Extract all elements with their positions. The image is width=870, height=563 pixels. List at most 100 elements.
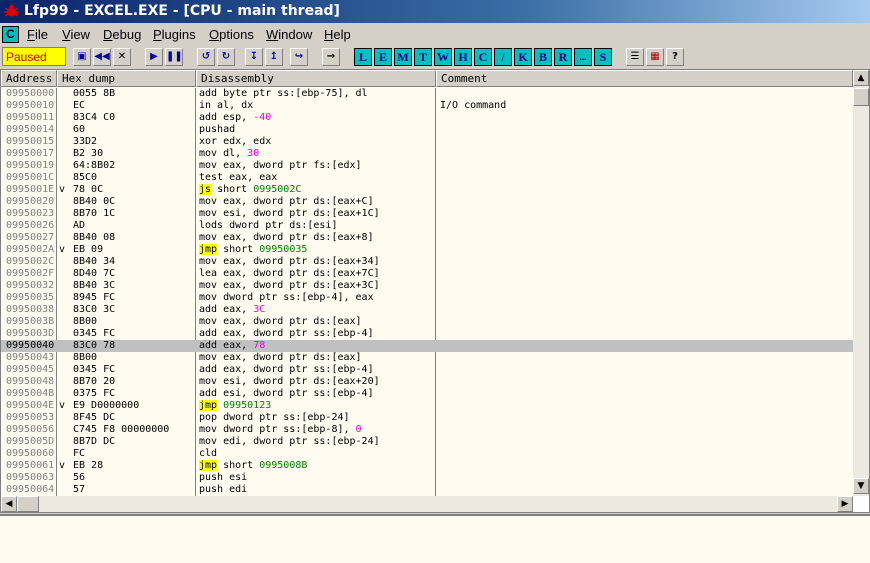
column-comment[interactable]: Comment (436, 70, 853, 87)
memory-window-button[interactable]: M (394, 48, 412, 66)
menu-window[interactable]: Window (266, 27, 312, 42)
table-row[interactable]: 0995004E v E9 D0000000 jmp 09950123 (1, 400, 853, 412)
vertical-scroll-thumb[interactable] (853, 88, 869, 106)
row-address: 09950056 (6, 424, 55, 435)
references-window-button[interactable]: R (554, 48, 572, 66)
row-disassembly: mov dword ptr ss:[ebp-4], eax (199, 292, 374, 304)
table-row[interactable]: 09950038 83C0 3C add eax, 3C (1, 304, 853, 316)
table-row[interactable]: 09950035 8945 FC mov dword ptr ss:[ebp-4],… (1, 292, 853, 304)
patches-window-button[interactable]: / (494, 48, 512, 66)
scroll-down-icon[interactable]: ▼ (853, 478, 869, 494)
execute-till-return-icon[interactable]: ↪ (290, 48, 308, 66)
immediate-value: 30 (247, 148, 260, 159)
instruction-text: add eax, (199, 304, 254, 315)
run-icon[interactable]: ▶ (145, 48, 163, 66)
handles-window-button[interactable]: H (454, 48, 472, 66)
table-row[interactable]: 0995001C 85C0 test eax, eax (1, 172, 853, 184)
table-row[interactable]: 0995004B 0375 FC add esi, dword ptr ss:[eb… (1, 388, 853, 400)
open-icon[interactable]: ▣ (73, 48, 91, 66)
table-row[interactable]: 0995001E v 78 0C js short 0995002C (1, 184, 853, 196)
table-row[interactable]: 09950045 0345 FC add eax, dword ptr ss:[eb… (1, 364, 853, 376)
table-row[interactable]: 09950023 8B70 1C mov esi, dword ptr ds:[ea… (1, 208, 853, 220)
go-to-origin-icon[interactable]: → (322, 48, 340, 66)
table-row[interactable]: 09950043 8B00 mov eax, dword ptr ds:[eax] (1, 352, 853, 364)
table-row[interactable]: 0995002C 8B40 34 mov eax, dword ptr ds:[ea… (1, 256, 853, 268)
column-disassembly[interactable]: Disassembly (196, 70, 436, 87)
breakpoints-window-button[interactable]: B (534, 48, 552, 66)
table-row[interactable]: 09950064 57 push edi (1, 484, 853, 496)
row-hex-dump: 8B40 0C (73, 196, 116, 207)
grid-icon[interactable]: ▦ (646, 48, 664, 66)
cpu-window-toolbar-button[interactable]: C (474, 48, 492, 66)
table-row[interactable]: 0995002F 8D40 7C lea eax, dword ptr ds:[ea… (1, 268, 853, 280)
menu-file[interactable]: File (27, 27, 48, 42)
table-row[interactable]: 09950011 83C4 C0 add esp, -40 (1, 112, 853, 124)
modules-window-button[interactable]: E (374, 48, 392, 66)
title-bar[interactable]: Lfp99 - EXCEL.EXE - [CPU - main thread] (0, 0, 870, 23)
column-address[interactable]: Address (1, 70, 57, 87)
menu-plugins[interactable]: Plugins (153, 27, 196, 42)
table-row[interactable]: 09950056 C745 F8 00000000 mov dword ptr ss… (1, 424, 853, 436)
row-address: 09950038 (6, 304, 55, 315)
table-row[interactable]: 09950027 8B40 08 mov eax, dword ptr ds:[ea… (1, 232, 853, 244)
close-icon[interactable]: ✕ (113, 48, 131, 66)
table-row[interactable]: 0995002A v EB 09 jmp short 09950035 (1, 244, 853, 256)
pause-icon[interactable]: ❚❚ (165, 48, 183, 66)
table-row[interactable]: 09950048 8B70 20 mov esi, dword ptr ds:[ea… (1, 376, 853, 388)
table-row[interactable]: 09950010 EC in al, dx I/O command (1, 100, 853, 112)
run-trace-window-button[interactable]: ... (574, 48, 592, 66)
source-window-button[interactable]: S (594, 48, 612, 66)
scroll-left-icon[interactable]: ◀ (1, 496, 17, 512)
horizontal-scroll-thumb[interactable] (17, 496, 39, 512)
row-address: 09950027 (6, 232, 55, 243)
threads-window-button[interactable]: T (414, 48, 432, 66)
immediate-value: -40 (253, 112, 272, 123)
menu-help[interactable]: Help (324, 27, 351, 42)
table-row[interactable]: 09950020 8B40 0C mov eax, dword ptr ds:[ea… (1, 196, 853, 208)
table-row[interactable]: 0995005D 8B7D DC mov edi, dword ptr ss:[eb… (1, 436, 853, 448)
step-into-icon[interactable]: ↺ (197, 48, 215, 66)
call-stack-window-button[interactable]: K (514, 48, 532, 66)
table-row[interactable]: 09950014 60 pushad (1, 124, 853, 136)
scroll-right-icon[interactable]: ▶ (837, 496, 853, 512)
table-row[interactable]: 09950053 8F45 DC pop dword ptr ss:[ebp-24] (1, 412, 853, 424)
table-row[interactable]: 09950040 83C0 78 add eax, 78 (1, 340, 853, 352)
disassembly-rows[interactable]: 09950000 0055 8B add byte ptr ss:[ebp-75],… (1, 88, 853, 496)
table-row[interactable]: 0995003B 8B00 mov eax, dword ptr ds:[eax] (1, 316, 853, 328)
instruction-text: mov esi, dword ptr ds:[eax+1C] (199, 208, 380, 219)
row-disassembly: push edi (199, 484, 247, 496)
menu-debug[interactable]: Debug (103, 27, 141, 42)
table-row[interactable]: 09950017 B2 30 mov dl, 30 (1, 148, 853, 160)
table-row[interactable]: 09950032 8B40 3C mov eax, dword ptr ds:[ea… (1, 280, 853, 292)
trace-over-icon[interactable]: ↥ (265, 48, 283, 66)
trace-into-icon[interactable]: ↧ (245, 48, 263, 66)
table-row[interactable]: 0995003D 0345 FC add eax, dword ptr ss:[eb… (1, 328, 853, 340)
table-row[interactable]: 09950063 56 push esi (1, 472, 853, 484)
list-icon[interactable]: ☰ (626, 48, 644, 66)
log-window-button[interactable]: L (354, 48, 372, 66)
horizontal-scrollbar[interactable]: ◀ ▶ (1, 496, 853, 512)
table-row[interactable]: 09950019 64:8B02 mov eax, dword ptr fs:[ed… (1, 160, 853, 172)
vertical-scrollbar[interactable]: ▲ ▼ (853, 70, 869, 496)
table-row[interactable]: 09950000 0055 8B add byte ptr ss:[ebp-75],… (1, 88, 853, 100)
row-hex-dump: 57 (73, 484, 86, 495)
restart-icon[interactable]: ◀◀ (93, 48, 111, 66)
row-address: 0995002F (6, 268, 55, 279)
table-row[interactable]: 09950060 FC cld (1, 448, 853, 460)
windows-window-button[interactable]: W (434, 48, 452, 66)
table-row[interactable]: 09950026 AD lods dword ptr ds:[esi] (1, 220, 853, 232)
jump-target: 09950035 (259, 244, 308, 255)
row-hex-dump: 8B70 1C (73, 208, 116, 219)
menu-options[interactable]: Options (209, 27, 254, 42)
row-address: 0995003B (6, 316, 55, 327)
row-address: 09950061 (6, 460, 55, 471)
cpu-window-button[interactable]: C (2, 26, 19, 43)
step-over-icon[interactable]: ↻ (217, 48, 235, 66)
table-row[interactable]: 09950015 33D2 xor edx, edx (1, 136, 853, 148)
menu-view[interactable]: View (62, 27, 90, 42)
help-icon[interactable]: ? (666, 48, 684, 66)
table-row[interactable]: 09950061 v EB 28 jmp short 0995008B (1, 460, 853, 472)
row-hex-dump: 8D40 7C (73, 268, 116, 279)
scroll-up-icon[interactable]: ▲ (853, 70, 869, 86)
column-hex-dump[interactable]: Hex dump (57, 70, 196, 87)
